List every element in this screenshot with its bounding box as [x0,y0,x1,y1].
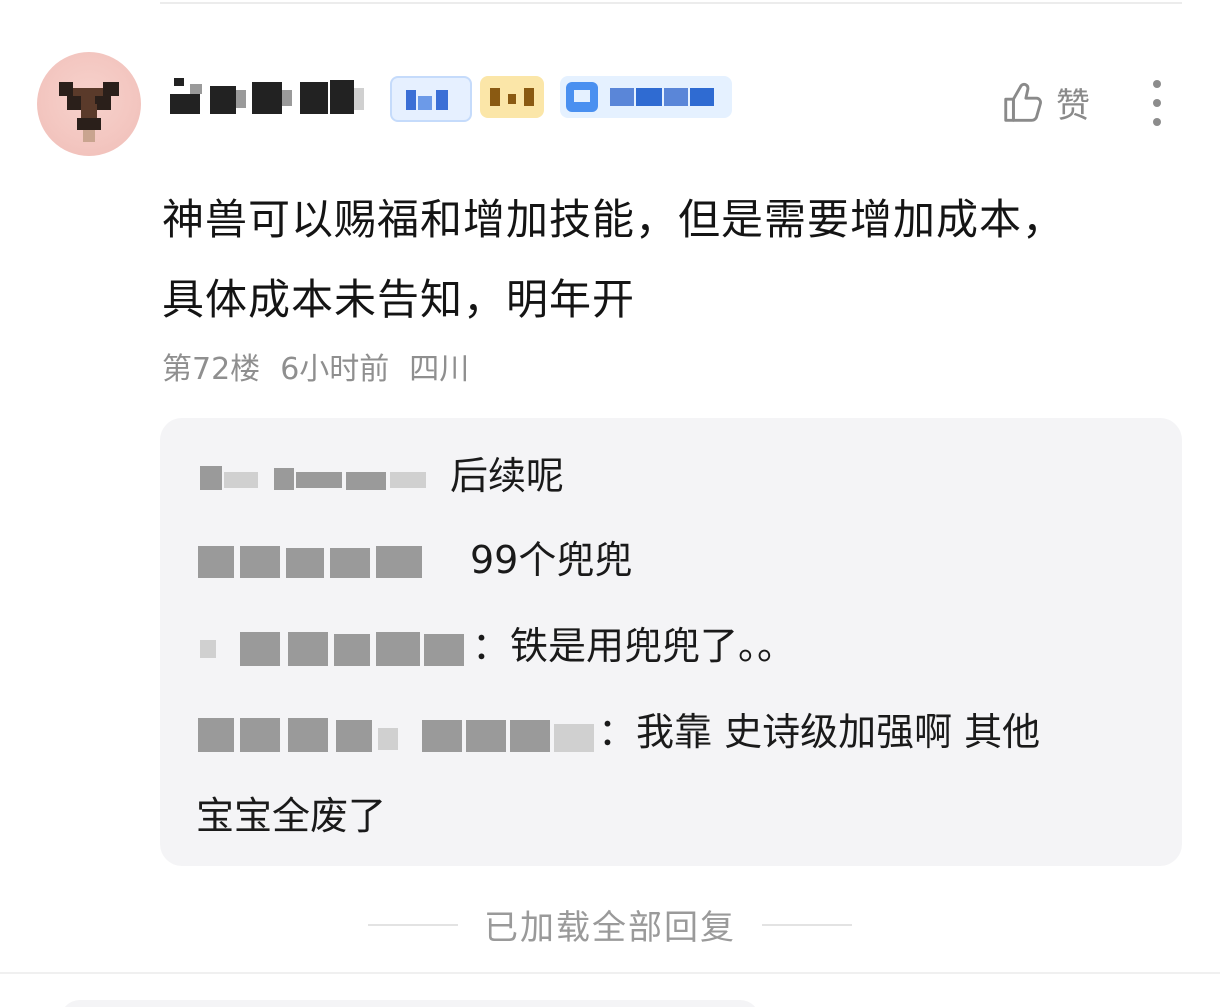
like-button[interactable]: 赞 [1000,78,1090,127]
level-badge [390,76,472,122]
next-comment-peek [60,1000,760,1007]
comment-body: 神兽可以赐福和增加技能，但是需要增加成本， 具体成本未告知，明年开 [162,180,1162,340]
divider-left [368,923,458,926]
all-replies-loaded: 已加载全部回复 [0,900,1220,949]
more-options-button[interactable] [1142,80,1172,126]
floor-number: 第72楼 [162,352,261,387]
comment-time: 6小时前 [280,352,390,387]
thumbs-up-icon [1004,82,1042,122]
comment-text-line-1: 神兽可以赐福和增加技能，但是需要增加成本， [162,195,1066,244]
member-badge [480,76,544,118]
reply-text-line-1: ：我靠 史诗级加强啊 其他 [598,710,1041,754]
reply-username-masked[interactable] [196,624,470,668]
like-label: 赞 [1056,86,1090,126]
loaded-label: 已加载全部回复 [484,908,736,948]
verified-badge [560,76,732,118]
reply-text: 99个兜兜 [470,538,633,582]
reply-text-line-2: 宝宝全废了 [196,794,387,838]
reply-text: 后续呢 [450,454,565,498]
bottom-divider [0,972,1220,974]
replies-panel[interactable]: 后续呢 99个兜兜 ：铁是用兜兜了。。 ：我靠 史诗级加强啊 其他 宝宝全废了 [160,418,1182,866]
reply-item[interactable]: ：我靠 史诗级加强啊 其他 宝宝全废了 [196,690,1146,858]
comment-location: 四川 [409,352,470,387]
reply-text: ：铁是用兜兜了。。 [472,624,796,668]
reply-item[interactable]: 后续呢 [196,434,564,518]
vertical-dots-icon [1153,80,1161,88]
reply-username-masked[interactable] [196,454,436,498]
vertical-dots-icon-middle [1153,99,1161,107]
comment-text-line-2: 具体成本未告知，明年开 [162,275,636,324]
reply-item[interactable]: 99个兜兜 [196,518,632,602]
divider-right [762,923,852,926]
top-divider [160,2,1182,4]
reply-item[interactable]: ：铁是用兜兜了。。 [196,604,795,688]
reply-username-masked[interactable] [196,538,456,582]
avatar[interactable] [37,52,141,156]
reply-username-masked[interactable] [196,710,596,754]
vertical-dots-icon-bottom [1153,118,1161,126]
comment-meta: 第72楼 6小时前 四川 [162,344,469,388]
